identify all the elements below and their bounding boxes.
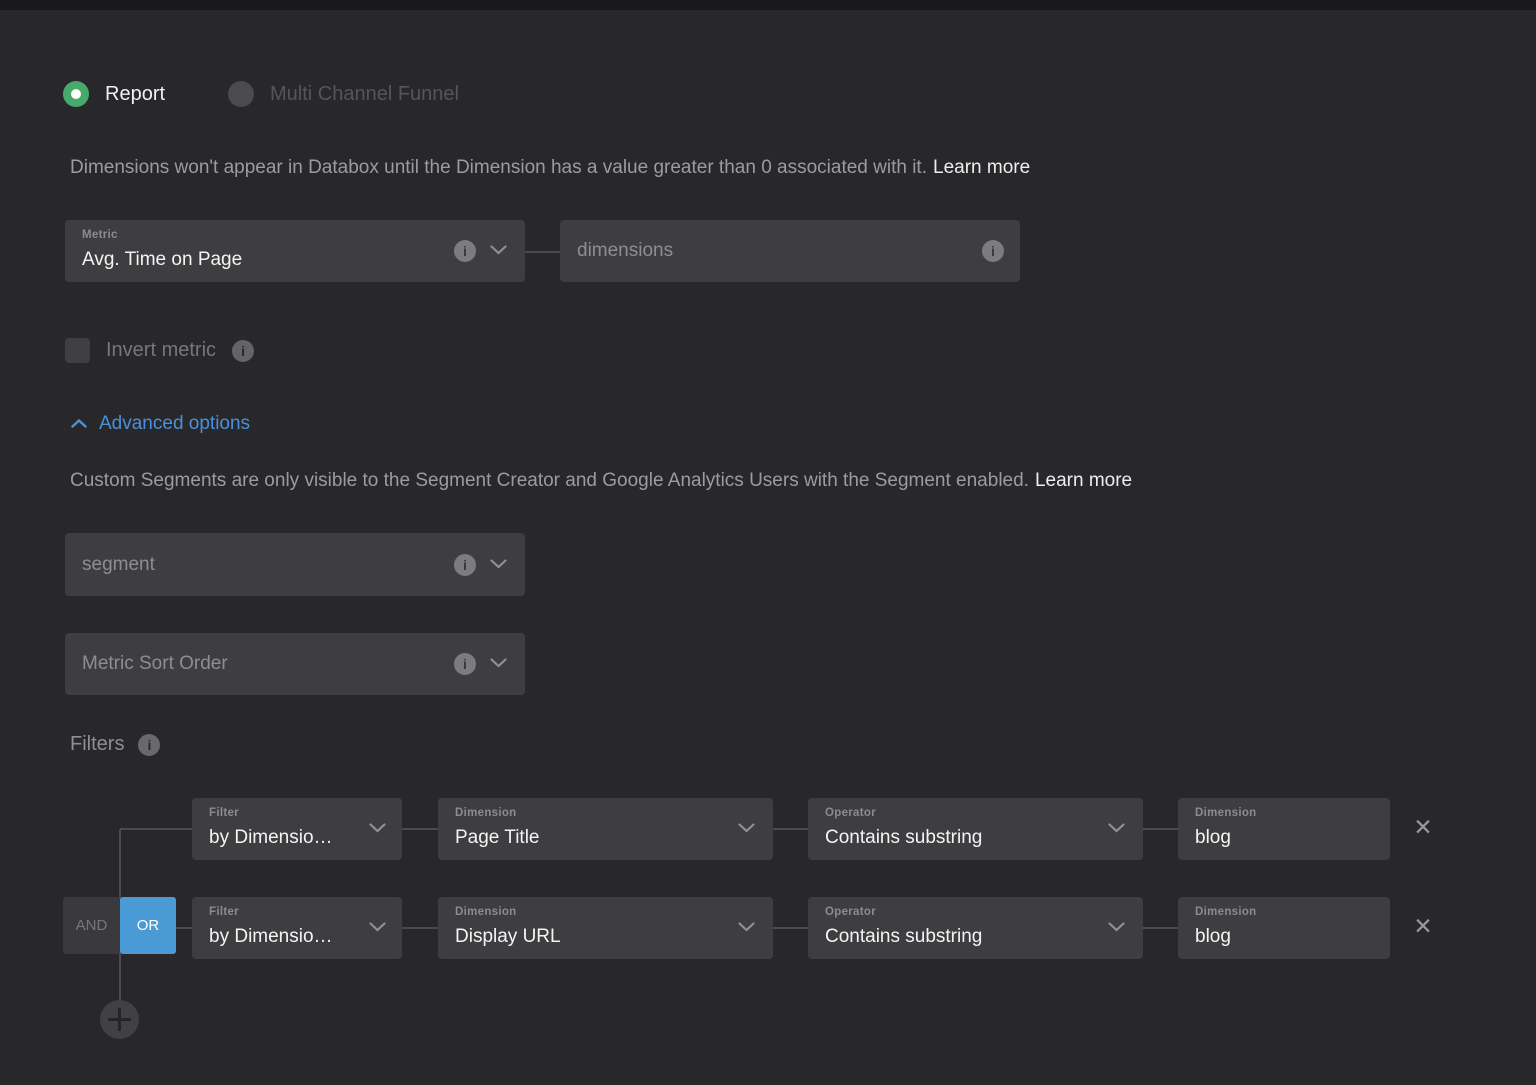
chevron-down-icon [490,242,507,260]
connector-metric-dimensions [525,251,560,253]
filter-branch-row1-line [120,828,192,830]
invert-metric-checkbox[interactable] [65,338,90,363]
metric-select-label: Metric [82,229,118,241]
segments-learn-more-link[interactable]: Learn more [1035,470,1132,491]
invert-metric-toggle[interactable]: Invert metric [65,338,254,363]
filter-operator-value: Contains substring [825,827,982,849]
window-top-edge [0,0,1536,10]
connector-line [773,927,808,929]
chevron-down-icon [738,919,755,937]
logic-and-button[interactable]: AND [63,897,120,954]
filter-dimension-select-row2[interactable]: Dimension Display URL [438,897,773,959]
connector-line [1143,927,1178,929]
connector-line [1143,828,1178,830]
filter-dimension-value: Page Title [455,827,540,849]
info-icon[interactable] [454,554,476,576]
filter-type-select-row2[interactable]: Filter by Dimensio… [192,897,402,959]
logic-or-button[interactable]: OR [120,897,176,954]
filter-operator-label: Operator [825,807,876,819]
metric-select-value: Avg. Time on Page [82,249,242,271]
radio-multi-channel-funnel[interactable]: Multi Channel Funnel [228,81,459,107]
connector-line [176,927,192,929]
remove-filter-button-row1[interactable]: ✕ [1408,812,1438,842]
radio-report-label: Report [105,83,165,106]
chevron-down-icon [369,820,386,838]
dimensions-notice: Dimensions won't appear in Databox until… [70,157,1030,179]
dimensions-select[interactable]: dimensions [560,220,1020,282]
advanced-options-link[interactable]: Advanced options [71,413,250,435]
metric-sort-order-select[interactable]: Metric Sort Order [65,633,525,695]
filter-dimension-label: Dimension [455,807,517,819]
filter-dimension-value: Display URL [455,926,561,948]
filters-heading-label: Filters [70,733,124,756]
info-icon[interactable] [982,240,1004,262]
info-icon[interactable] [232,340,254,362]
filter-operator-label: Operator [825,906,876,918]
advanced-options-label: Advanced options [99,413,250,435]
connector-line [773,828,808,830]
dimensions-learn-more-link[interactable]: Learn more [933,157,1030,178]
metric-sort-order-placeholder: Metric Sort Order [82,653,228,675]
metric-select[interactable]: Metric Avg. Time on Page [65,220,525,282]
segments-notice-text: Custom Segments are only visible to the … [70,470,1029,491]
connector-line [402,927,438,929]
radio-unselected-icon [228,81,254,107]
invert-metric-label: Invert metric [106,339,216,362]
dimensions-select-placeholder: dimensions [577,240,673,262]
chevron-up-icon [71,415,87,433]
radio-selected-icon [63,81,89,107]
filter-type-label: Filter [209,906,239,918]
radio-report[interactable]: Report [63,81,165,107]
chevron-down-icon [738,820,755,838]
filter-value-input-row2[interactable]: Dimension blog [1178,897,1390,959]
segment-select[interactable]: segment [65,533,525,596]
info-icon[interactable] [454,653,476,675]
filter-dimension-select-row1[interactable]: Dimension Page Title [438,798,773,860]
filter-value-text: blog [1195,926,1231,948]
filter-type-value: by Dimensio… [209,926,333,948]
chevron-down-icon [1108,820,1125,838]
chevron-down-icon [1108,919,1125,937]
connector-line [402,828,438,830]
filter-operator-select-row2[interactable]: Operator Contains substring [808,897,1143,959]
filter-value-label: Dimension [1195,906,1257,918]
filter-operator-select-row1[interactable]: Operator Contains substring [808,798,1143,860]
radio-mcf-label: Multi Channel Funnel [270,83,459,106]
filter-operator-value: Contains substring [825,926,982,948]
info-icon[interactable] [138,734,160,756]
filters-heading: Filters [70,733,160,756]
filter-type-select-row1[interactable]: Filter by Dimensio… [192,798,402,860]
filter-value-label: Dimension [1195,807,1257,819]
filter-value-input-row1[interactable]: Dimension blog [1178,798,1390,860]
segments-notice: Custom Segments are only visible to the … [70,470,1132,492]
filter-value-text: blog [1195,827,1231,849]
filter-type-value: by Dimensio… [209,827,333,849]
filter-type-label: Filter [209,807,239,819]
chevron-down-icon [490,655,507,673]
info-icon[interactable] [454,240,476,262]
add-filter-button[interactable] [100,1000,139,1039]
dimensions-notice-text: Dimensions won't appear in Databox until… [70,157,927,178]
chevron-down-icon [369,919,386,937]
filter-dimension-label: Dimension [455,906,517,918]
chevron-down-icon [490,556,507,574]
remove-filter-button-row2[interactable]: ✕ [1408,911,1438,941]
segment-select-placeholder: segment [82,554,155,576]
